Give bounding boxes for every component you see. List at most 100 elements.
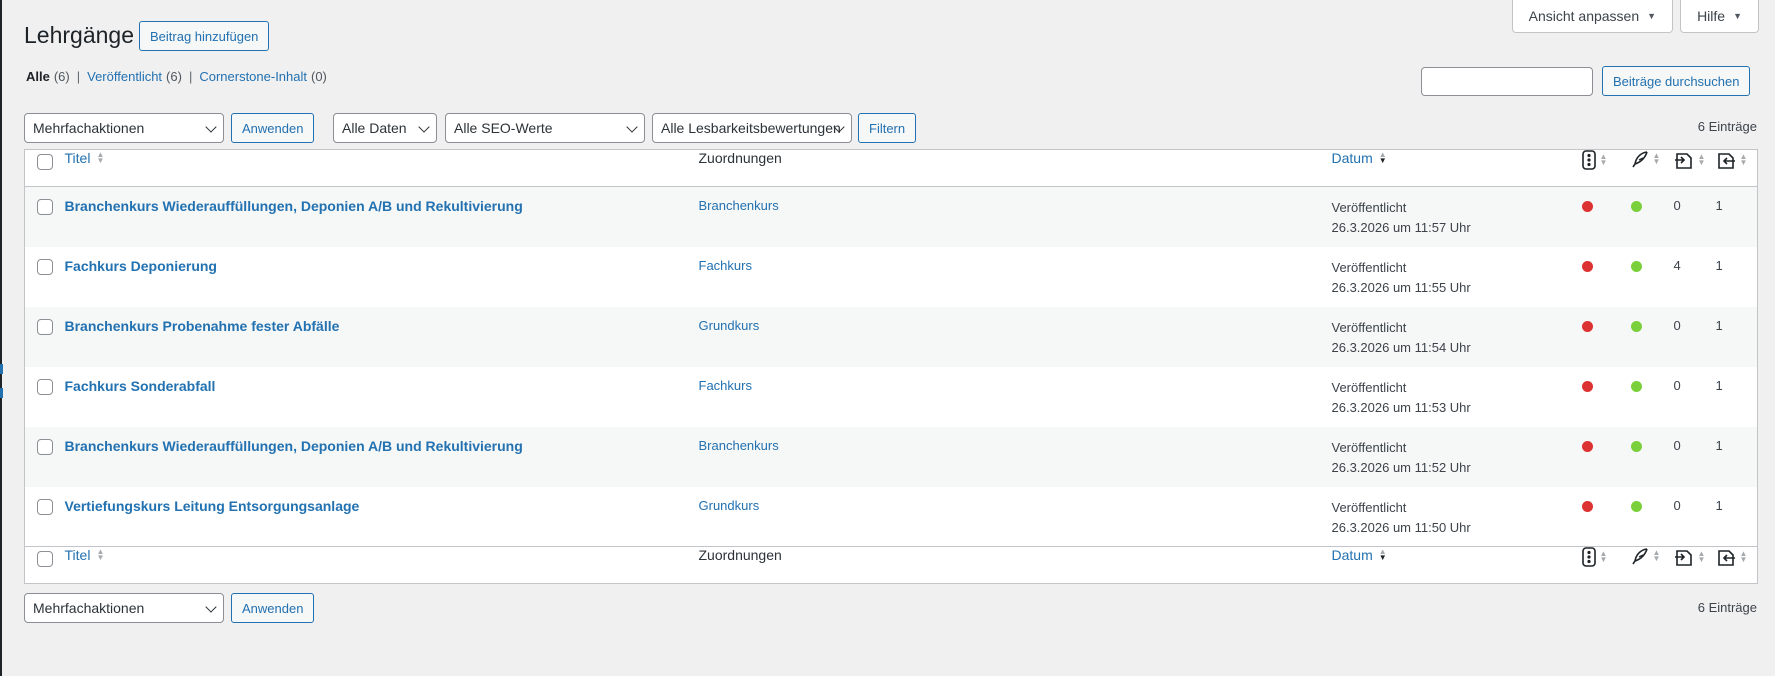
- incoming-links-icon: [1717, 550, 1735, 566]
- screen-options-button[interactable]: Ansicht anpassen ▼: [1511, 0, 1674, 33]
- sort-arrows-icon: ▲ ▼: [96, 150, 105, 165]
- view-published[interactable]: Veröffentlicht (6): [87, 69, 182, 84]
- row-title-cell: Branchenkurs Probenahme fester Abfälle: [65, 307, 699, 367]
- row-title-link[interactable]: Branchenkurs Wiederauffüllungen, Deponie…: [65, 438, 523, 454]
- row-select-cell: [25, 487, 65, 547]
- row-incoming-links: 1: [1715, 317, 1723, 333]
- seo-filter-select[interactable]: Alle SEO-Werte: [445, 113, 645, 143]
- chevron-down-icon: [205, 121, 217, 133]
- select-all-cell: [25, 150, 65, 187]
- column-title-label: Titel: [64, 150, 91, 166]
- column-date-label: Datum: [1331, 547, 1373, 563]
- readability-filter-selected: Alle Lesbarkeitsbewertungen: [661, 120, 841, 136]
- row-checkbox[interactable]: [37, 258, 53, 275]
- table-row: Fachkurs Deponierung Fachkurs Veröffentl…: [25, 247, 1758, 307]
- column-date-label: Datum: [1331, 150, 1373, 166]
- row-date-cell: Veröffentlicht 26.3.2026 um 11:52 Uhr: [1332, 427, 1582, 487]
- outgoing-links-icon: [1674, 550, 1692, 566]
- readability-filter-select[interactable]: Alle Lesbarkeitsbewertungen: [652, 113, 852, 143]
- column-outgoing-links-header[interactable]: ▲ ▼: [1674, 150, 1716, 187]
- sort-by-date-link[interactable]: Datum ▲ ▼: [1332, 150, 1387, 166]
- sort-desc-icon: ▲ ▼: [1378, 150, 1387, 165]
- row-status: Veröffentlicht: [1331, 439, 1407, 455]
- page-title: Lehrgänge: [24, 22, 134, 48]
- column-seo-footer[interactable]: ▲ ▼: [1581, 547, 1631, 584]
- row-date-cell: Veröffentlicht 26.3.2026 um 11:54 Uhr: [1332, 307, 1582, 367]
- row-date-cell: Veröffentlicht 26.3.2026 um 11:57 Uhr: [1332, 187, 1582, 247]
- apply-button-top[interactable]: Anwenden: [231, 113, 315, 143]
- bulk-action-select-top[interactable]: Mehrfachaktionen: [24, 113, 224, 143]
- sort-by-title-link[interactable]: Titel ▲ ▼: [65, 150, 105, 166]
- row-checkbox[interactable]: [37, 318, 53, 335]
- sort-by-title-link-footer[interactable]: Titel ▲ ▼: [65, 547, 105, 563]
- select-all-cell-footer: [25, 547, 65, 584]
- column-seo-header[interactable]: ▲ ▼: [1581, 150, 1631, 187]
- column-incoming-links-header[interactable]: ▲ ▼: [1716, 150, 1758, 187]
- sidebar-edge-marker: [0, 388, 3, 398]
- view-cornerstone-label: Cornerstone-Inhalt: [199, 69, 307, 84]
- readability-score-dot: [1630, 201, 1642, 212]
- row-taxonomy-link[interactable]: Fachkurs: [699, 378, 752, 393]
- row-title-link[interactable]: Branchenkurs Probenahme fester Abfälle: [65, 318, 340, 334]
- filter-button[interactable]: Filtern: [858, 113, 917, 143]
- view-cornerstone[interactable]: Cornerstone-Inhalt (0): [199, 69, 327, 84]
- seo-filter-selected: Alle SEO-Werte: [454, 120, 553, 136]
- row-select-cell: [25, 367, 65, 427]
- row-taxonomy-link[interactable]: Grundkurs: [699, 498, 760, 513]
- date-filter-selected: Alle Daten: [342, 120, 407, 136]
- readability-score-dot: [1630, 380, 1642, 392]
- search-input[interactable]: [1421, 67, 1593, 96]
- row-title-cell: Branchenkurs Wiederauffüllungen, Deponie…: [65, 187, 699, 247]
- row-taxonomy-link[interactable]: Branchenkurs: [699, 438, 779, 453]
- row-taxonomy-link[interactable]: Branchenkurs: [699, 198, 779, 213]
- search-posts-button[interactable]: Beiträge durchsuchen: [1602, 66, 1751, 96]
- bulk-action-select-bottom[interactable]: Mehrfachaktionen: [24, 593, 224, 623]
- row-seo-cell: [1581, 187, 1631, 247]
- apply-button-bottom[interactable]: Anwenden: [231, 593, 315, 623]
- row-incoming-links: 1: [1715, 198, 1723, 213]
- add-new-post-button[interactable]: Beitrag hinzufügen: [139, 21, 270, 51]
- row-readability-cell: [1630, 307, 1674, 367]
- date-filter-select[interactable]: Alle Daten: [333, 113, 437, 143]
- sort-arrows-icon: ▲ ▼: [1697, 549, 1706, 564]
- screen-meta-links: Ansicht anpassen ▼ Hilfe ▼: [1511, 0, 1759, 33]
- row-checkbox[interactable]: [37, 199, 53, 215]
- caret-down-icon: ▼: [1733, 11, 1742, 21]
- row-title-link[interactable]: Fachkurs Deponierung: [65, 258, 217, 274]
- row-date: 26.3.2026 um 11:53 Uhr: [1331, 399, 1471, 415]
- row-readability-cell: [1630, 367, 1674, 427]
- view-separator: |: [76, 69, 81, 84]
- row-taxonomy-link[interactable]: Grundkurs: [699, 318, 760, 333]
- row-title-link[interactable]: Fachkurs Sonderabfall: [65, 378, 216, 394]
- view-all[interactable]: Alle (6): [26, 69, 70, 84]
- sort-arrows-icon: ▲ ▼: [96, 547, 105, 562]
- sort-arrows-icon: ▲ ▼: [1739, 152, 1748, 167]
- sort-by-date-link-footer[interactable]: Datum ▲ ▼: [1332, 547, 1387, 563]
- row-taxonomy-cell: Fachkurs: [699, 247, 1332, 307]
- column-incoming-links-footer[interactable]: ▲ ▼: [1716, 547, 1758, 584]
- readability-score-dot: [1630, 260, 1642, 272]
- row-status: Veröffentlicht: [1331, 499, 1407, 515]
- row-title-link[interactable]: Branchenkurs Wiederauffüllungen, Deponie…: [65, 198, 523, 214]
- row-checkbox[interactable]: [37, 378, 53, 395]
- row-incoming-links: 1: [1715, 497, 1723, 513]
- column-date-header: Datum ▲ ▼: [1332, 150, 1582, 187]
- row-readability-cell: [1630, 487, 1674, 547]
- row-date-cell: Veröffentlicht 26.3.2026 um 11:50 Uhr: [1332, 487, 1582, 547]
- row-taxonomy-link[interactable]: Fachkurs: [699, 258, 752, 273]
- sort-arrows-icon: ▲ ▼: [1599, 152, 1608, 167]
- column-readability-footer[interactable]: ▲ ▼: [1631, 547, 1674, 584]
- select-all-checkbox-footer[interactable]: [37, 551, 53, 567]
- table-row: Vertiefungskurs Leitung Entsorgungsanlag…: [25, 487, 1758, 547]
- select-all-checkbox[interactable]: [37, 154, 53, 170]
- column-outgoing-links-footer[interactable]: ▲ ▼: [1674, 547, 1716, 584]
- row-title-link[interactable]: Vertiefungskurs Leitung Entsorgungsanlag…: [65, 498, 360, 514]
- row-date-cell: Veröffentlicht 26.3.2026 um 11:53 Uhr: [1332, 367, 1582, 427]
- row-checkbox[interactable]: [37, 438, 53, 455]
- row-title-cell: Fachkurs Sonderabfall: [65, 367, 699, 427]
- row-checkbox[interactable]: [37, 498, 53, 515]
- help-button[interactable]: Hilfe ▼: [1680, 0, 1759, 33]
- view-published-label: Veröffentlicht: [87, 69, 163, 84]
- column-readability-header[interactable]: ▲ ▼: [1631, 150, 1674, 187]
- row-select-cell: [25, 247, 65, 307]
